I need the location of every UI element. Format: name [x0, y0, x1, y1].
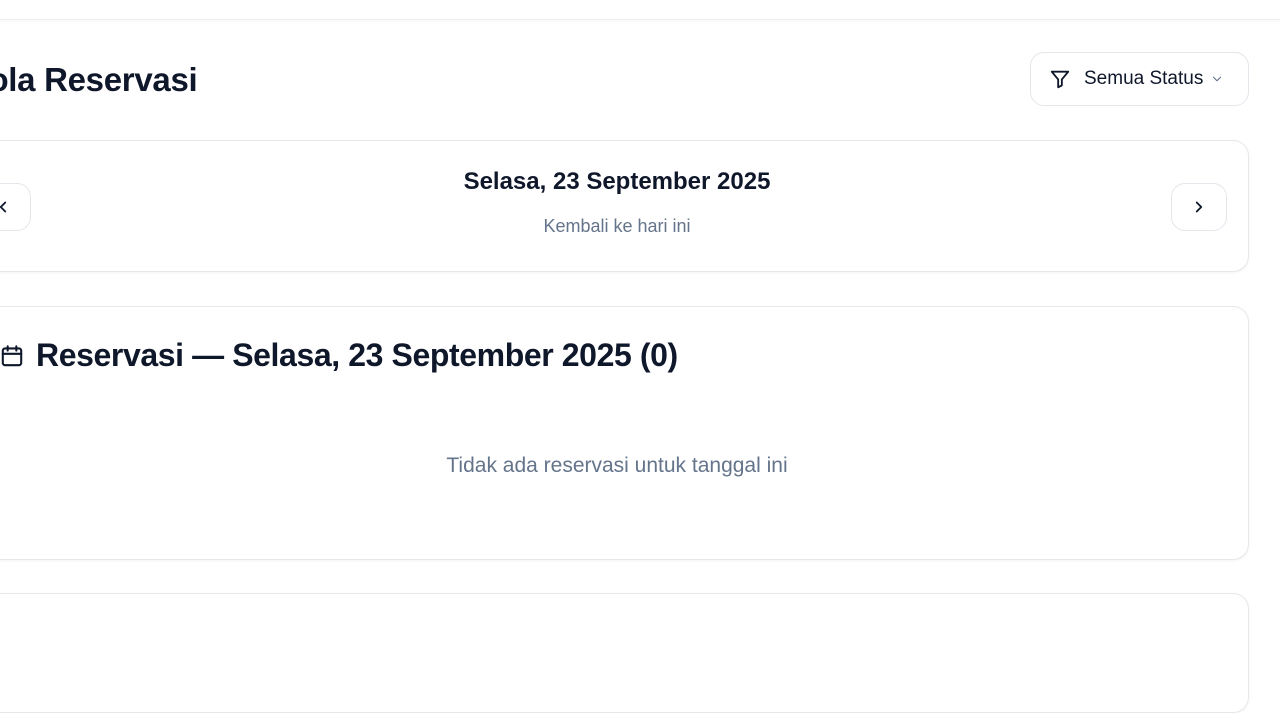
top-header-bar [0, 0, 1280, 20]
selected-date: Selasa, 23 September 2025 [463, 168, 771, 195]
page-title: Kelola Reservasi [0, 61, 198, 98]
status-filter-label: Semua Status [1084, 68, 1204, 89]
chevron-right-icon [1195, 201, 1203, 213]
reservations-title: Reservasi — Selasa, 23 September 2025 (0… [36, 337, 678, 373]
empty-state-message: Tidak ada reservasi untuk tanggal ini [446, 454, 788, 477]
secondary-card [0, 593, 1249, 713]
filter-icon [1049, 68, 1071, 90]
calendar-icon [0, 343, 25, 369]
next-day-button[interactable] [1171, 183, 1227, 231]
reservations-card: Reservasi — Selasa, 23 September 2025 (0… [0, 306, 1249, 560]
reservations-header: Reservasi — Selasa, 23 September 2025 (0… [0, 337, 678, 374]
chevron-left-icon [0, 201, 7, 213]
status-filter-dropdown[interactable]: Semua Status [1030, 52, 1249, 106]
chevron-down-icon [1210, 72, 1224, 86]
date-navigation-card: Selasa, 23 September 2025 Kembali ke har… [0, 140, 1249, 272]
back-to-today-link[interactable]: Kembali ke hari ini [543, 216, 690, 236]
